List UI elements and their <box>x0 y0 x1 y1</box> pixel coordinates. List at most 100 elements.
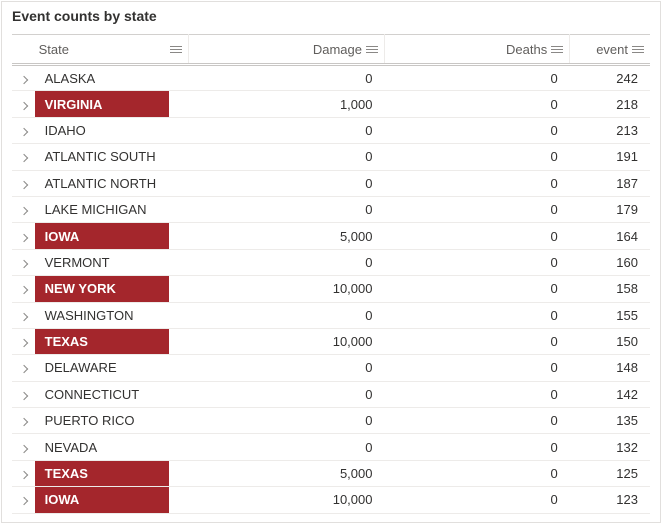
chevron-right-icon <box>20 128 28 136</box>
state-label: CONNECTICUT <box>35 382 189 407</box>
cell-event: 242 <box>570 65 650 91</box>
table-row[interactable]: ALASKA00242 <box>12 65 650 91</box>
expand-toggle[interactable] <box>12 487 35 513</box>
cell-deaths: 0 <box>384 328 569 354</box>
cell-state: WASHINGTON <box>35 302 189 328</box>
cell-state: DELAWARE <box>35 355 189 381</box>
header-expand <box>12 35 35 65</box>
panel-title: Event counts by state <box>2 2 660 34</box>
cell-damage: 1,000 <box>189 91 385 117</box>
cell-deaths: 0 <box>384 249 569 275</box>
header-state[interactable]: State <box>35 35 189 65</box>
header-state-label: State <box>39 42 69 57</box>
cell-damage: 0 <box>189 249 385 275</box>
hamburger-icon[interactable] <box>551 44 563 54</box>
expand-toggle[interactable] <box>12 276 35 302</box>
cell-state: NEVADA <box>35 434 189 460</box>
table-row[interactable]: NEVADA00132 <box>12 434 650 460</box>
cell-event: 218 <box>570 91 650 117</box>
table-row[interactable]: IOWA10,0000123 <box>12 487 650 513</box>
hamburger-icon[interactable] <box>632 44 644 54</box>
header-damage-label: Damage <box>313 42 362 57</box>
table-row[interactable]: NEW YORK10,0000158 <box>12 276 650 302</box>
cell-state: CONNECTICUT <box>35 381 189 407</box>
hamburger-icon[interactable] <box>366 44 378 54</box>
cell-damage: 0 <box>189 117 385 143</box>
cell-deaths: 0 <box>384 381 569 407</box>
expand-toggle[interactable] <box>12 91 35 117</box>
header-row: State Damage Deaths event <box>12 35 650 65</box>
cell-event: 150 <box>570 328 650 354</box>
expand-toggle[interactable] <box>12 355 35 381</box>
header-event-label: event <box>596 42 628 57</box>
cell-deaths: 0 <box>384 460 569 486</box>
expand-toggle[interactable] <box>12 408 35 434</box>
cell-event: 164 <box>570 223 650 249</box>
expand-toggle[interactable] <box>12 302 35 328</box>
cell-damage: 0 <box>189 408 385 434</box>
table-row[interactable]: WASHINGTON00155 <box>12 302 650 328</box>
cell-deaths: 0 <box>384 65 569 91</box>
table-row[interactable]: DELAWARE00148 <box>12 355 650 381</box>
table-row[interactable]: TEXAS5,0000125 <box>12 460 650 486</box>
cell-deaths: 0 <box>384 170 569 196</box>
table-row[interactable]: PUERTO RICO00135 <box>12 408 650 434</box>
expand-toggle[interactable] <box>12 381 35 407</box>
table-row[interactable]: VIRGINIA1,0000218 <box>12 91 650 117</box>
state-label: IOWA <box>35 223 169 248</box>
cell-event: 125 <box>570 460 650 486</box>
expand-toggle[interactable] <box>12 117 35 143</box>
cell-damage: 0 <box>189 302 385 328</box>
header-damage[interactable]: Damage <box>189 35 385 65</box>
results-panel: Event counts by state State Damage <box>1 1 661 523</box>
cell-state: IOWA <box>35 487 189 513</box>
state-label: TEXAS <box>35 461 169 486</box>
cell-damage: 10,000 <box>189 276 385 302</box>
cell-state: VERMONT <box>35 249 189 275</box>
expand-toggle[interactable] <box>12 196 35 222</box>
cell-event: 132 <box>570 434 650 460</box>
chevron-right-icon <box>20 75 28 83</box>
cell-damage: 0 <box>189 170 385 196</box>
cell-deaths: 0 <box>384 434 569 460</box>
table-row[interactable]: LAKE MICHIGAN00179 <box>12 196 650 222</box>
cell-event: 191 <box>570 144 650 170</box>
chevron-right-icon <box>20 286 28 294</box>
table-row[interactable]: CONNECTICUT00142 <box>12 381 650 407</box>
state-label: IOWA <box>35 487 169 512</box>
expand-toggle[interactable] <box>12 170 35 196</box>
expand-toggle[interactable] <box>12 249 35 275</box>
chevron-right-icon <box>20 233 28 241</box>
state-label: NEVADA <box>35 434 189 459</box>
table-row[interactable]: IOWA5,0000164 <box>12 223 650 249</box>
results-grid: State Damage Deaths event <box>2 34 660 522</box>
state-label: NEW YORK <box>35 276 169 301</box>
cell-state: ATLANTIC NORTH <box>35 170 189 196</box>
expand-toggle[interactable] <box>12 144 35 170</box>
state-label: DELAWARE <box>35 355 189 380</box>
header-deaths-label: Deaths <box>506 42 547 57</box>
cell-damage: 10,000 <box>189 487 385 513</box>
table-row[interactable]: ATLANTIC NORTH00187 <box>12 170 650 196</box>
chevron-right-icon <box>20 154 28 162</box>
chevron-right-icon <box>20 365 28 373</box>
header-event[interactable]: event <box>570 35 650 65</box>
chevron-right-icon <box>20 471 28 479</box>
expand-toggle[interactable] <box>12 434 35 460</box>
table-row[interactable]: TEXAS10,0000150 <box>12 328 650 354</box>
expand-toggle[interactable] <box>12 65 35 91</box>
chevron-right-icon <box>20 392 28 400</box>
expand-toggle[interactable] <box>12 223 35 249</box>
table-row[interactable]: VERMONT00160 <box>12 249 650 275</box>
cell-state: NEW YORK <box>35 276 189 302</box>
chevron-right-icon <box>20 207 28 215</box>
hamburger-icon[interactable] <box>170 44 182 54</box>
table-row[interactable]: ATLANTIC SOUTH00191 <box>12 144 650 170</box>
header-deaths[interactable]: Deaths <box>384 35 569 65</box>
expand-toggle[interactable] <box>12 460 35 486</box>
expand-toggle[interactable] <box>12 328 35 354</box>
chevron-right-icon <box>20 418 28 426</box>
table-row[interactable]: IDAHO00213 <box>12 117 650 143</box>
cell-event: 158 <box>570 276 650 302</box>
cell-deaths: 0 <box>384 223 569 249</box>
